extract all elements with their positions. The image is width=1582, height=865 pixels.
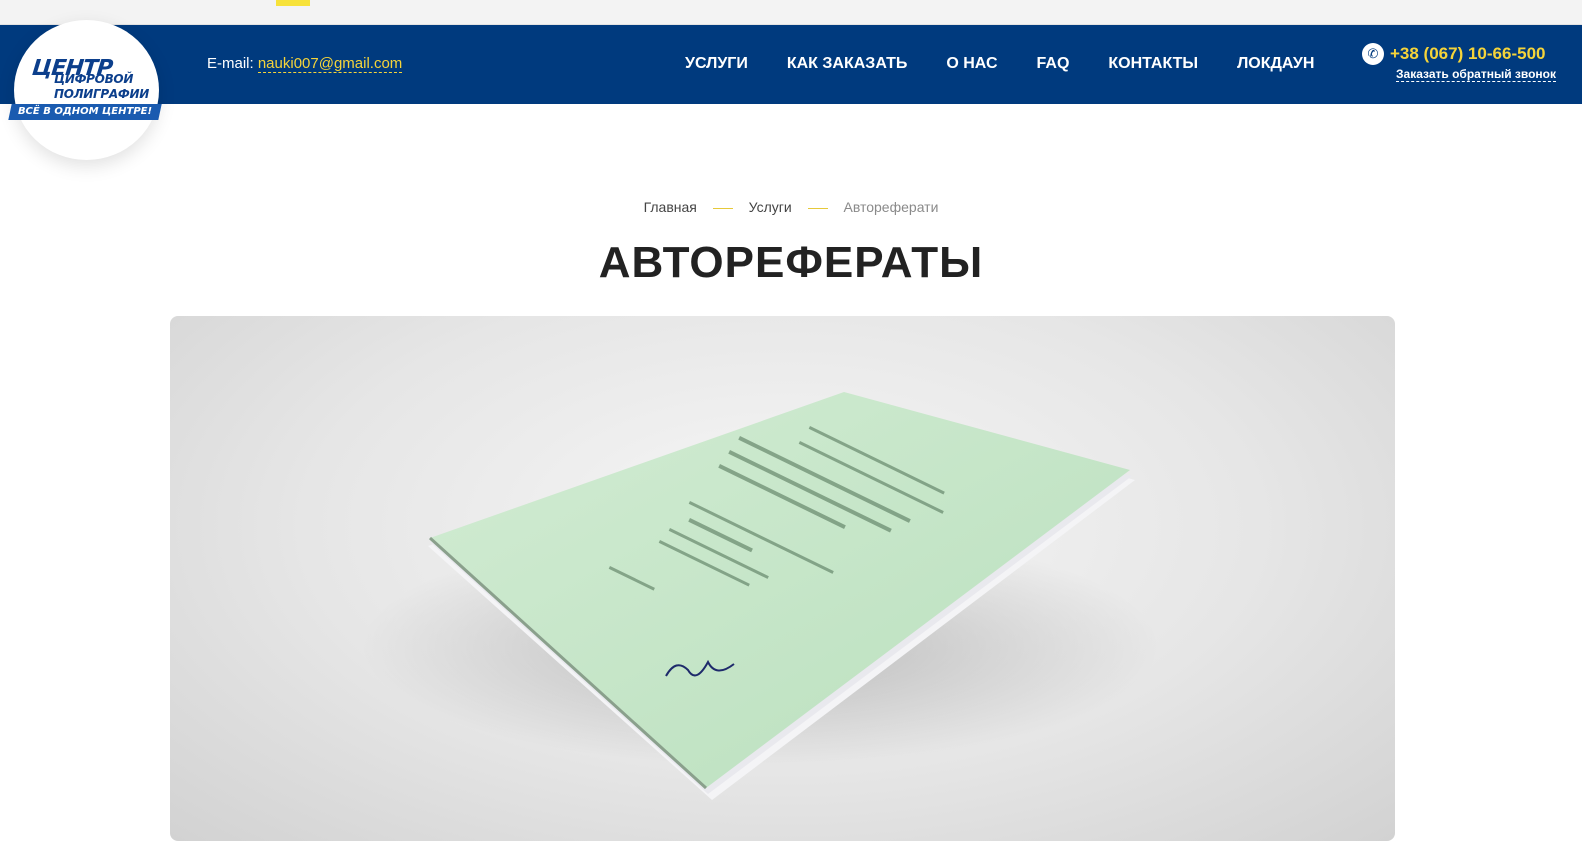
- breadcrumb: Главная Услуги Автореферати: [0, 199, 1582, 215]
- nav-item-about[interactable]: О НАС: [946, 55, 997, 73]
- nav-item-faq[interactable]: FAQ: [1037, 55, 1070, 73]
- breadcrumb-home[interactable]: Главная: [644, 199, 697, 215]
- phone-icon: ✆: [1362, 43, 1384, 65]
- site-logo[interactable]: ЦЕНТР ЦИФРОВОЙ ПОЛИГРАФИИ ВСЁ В ОДНОМ ЦЕ…: [8, 20, 162, 160]
- breadcrumb-current: Автореферати: [843, 199, 939, 215]
- phone-number[interactable]: +38 (067) 10-66-500: [1390, 44, 1545, 64]
- callback-link[interactable]: Заказать обратный звонок: [1396, 67, 1557, 82]
- email-block: E-mail: nauki007@gmail.com: [207, 55, 403, 73]
- email-label: E-mail:: [207, 55, 254, 72]
- nav-item-services[interactable]: УСЛУГИ: [685, 55, 748, 73]
- logo-line-2: ЦИФРОВОЙ: [54, 72, 134, 86]
- logo-line-3: ПОЛИГРАФИИ: [54, 87, 149, 101]
- logo-ribbon: ВСЁ В ОДНОМ ЦЕНТРЕ!: [8, 104, 162, 120]
- hero-image: [170, 316, 1395, 841]
- main-nav: УСЛУГИ КАК ЗАКАЗАТЬ О НАС FAQ КОНТАКТЫ Л…: [685, 55, 1353, 73]
- email-link[interactable]: nauki007@gmail.com: [257, 55, 403, 73]
- nav-item-how-to-order[interactable]: КАК ЗАКАЗАТЬ: [787, 55, 907, 73]
- logo-tagline: ВСЁ В ОДНОМ ЦЕНТРЕ!: [17, 106, 153, 117]
- breadcrumb-separator: [712, 207, 733, 209]
- breadcrumb-separator: [807, 207, 828, 209]
- top-strip: [0, 0, 1582, 25]
- site-header: ЦЕНТР ЦИФРОВОЙ ПОЛИГРАФИИ ВСЁ В ОДНОМ ЦЕ…: [0, 20, 1582, 160]
- top-strip-highlight: [276, 0, 310, 6]
- nav-item-lockdown[interactable]: ЛОКДАУН: [1237, 55, 1314, 73]
- booklet-illustration: [360, 392, 1160, 800]
- breadcrumb-services[interactable]: Услуги: [749, 199, 792, 215]
- page-title: АВТОРЕФЕРАТЫ: [598, 238, 984, 287]
- nav-item-contacts[interactable]: КОНТАКТЫ: [1108, 55, 1198, 73]
